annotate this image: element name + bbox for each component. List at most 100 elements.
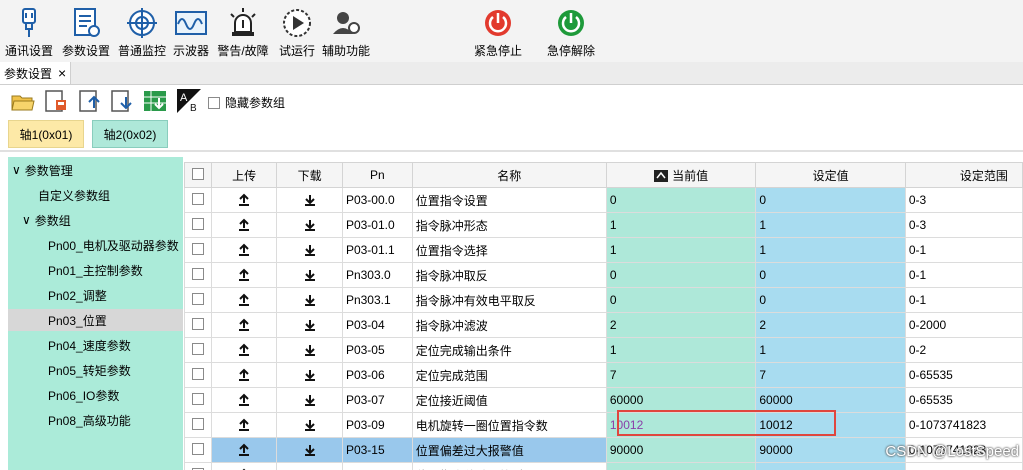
table-row[interactable]: P03-01.0 指令脉冲形态 1 1 0-3 [184, 212, 1023, 238]
row-setting-value[interactable]: 0 [755, 287, 906, 313]
row-checkbox[interactable] [184, 312, 212, 338]
tree-node-pn06[interactable]: Pn06_IO参数 [48, 384, 119, 406]
plug-icon [22, 8, 36, 37]
row-upload-button[interactable] [210, 262, 278, 288]
row-upload-button[interactable] [210, 462, 278, 470]
comm-settings-button[interactable]: 通讯设置 [4, 2, 54, 60]
tree-node-pn03[interactable]: Pn03_位置 [8, 309, 183, 331]
row-setting-value[interactable]: 1 [755, 212, 906, 238]
row-download-button[interactable] [276, 387, 343, 413]
row-setting-value[interactable]: 1 [755, 337, 906, 363]
tab-param-settings[interactable]: 参数设置 × [0, 62, 72, 84]
hide-param-group-option[interactable]: 隐藏参数组 [208, 94, 285, 111]
row-download-button[interactable] [276, 437, 343, 463]
upload-all-icon[interactable] [76, 88, 102, 114]
row-checkbox[interactable] [184, 187, 212, 213]
table-row[interactable]: P03-00.0 位置指令设置 0 0 0-3 [184, 187, 1023, 213]
row-upload-button[interactable] [210, 387, 278, 413]
table-row[interactable]: P03-15 位置偏差过大报警值 90000 90000 0-1073741823 [184, 437, 1023, 463]
row-setting-value[interactable]: 0 [755, 187, 906, 213]
oscilloscope-button[interactable]: 示波器 [170, 2, 212, 60]
row-download-button[interactable] [276, 337, 343, 363]
tab-axis-1[interactable]: 轴1(0x01) [8, 120, 84, 148]
table-row[interactable]: P03-01.1 位置指令选择 1 1 0-1 [184, 237, 1023, 263]
row-upload-button[interactable] [210, 437, 278, 463]
row-download-button[interactable] [276, 287, 343, 313]
row-upload-button[interactable] [210, 312, 278, 338]
row-download-button[interactable] [276, 362, 343, 388]
tree-node-pn08[interactable]: Pn08_高级功能 [48, 409, 131, 431]
row-setting-value[interactable]: 0 [755, 462, 906, 470]
row-checkbox[interactable] [184, 412, 212, 438]
table-row[interactable]: P03-05 定位完成输出条件 1 1 0-2 [184, 337, 1023, 363]
chevron-down-icon[interactable]: ∨ [12, 163, 21, 177]
trial-run-button[interactable]: 试运行 [276, 2, 318, 60]
close-icon[interactable]: × [58, 65, 66, 81]
row-setting-value[interactable]: 10012 [755, 412, 906, 438]
param-settings-button[interactable]: 参数设置 [60, 2, 112, 60]
table-row[interactable]: P03-17位置指令移动平均时间000-10000 [184, 462, 1023, 470]
emergency-stop-button[interactable]: 紧急停止 [472, 2, 524, 60]
save-file-icon[interactable] [42, 88, 68, 114]
row-upload-button[interactable] [210, 412, 278, 438]
tree-node-param-group[interactable]: ∨ 参数组 [22, 209, 71, 231]
table-row[interactable]: Pn303.0 指令脉冲取反 0 0 0-1 [184, 262, 1023, 288]
table-export-icon[interactable] [142, 88, 168, 114]
row-checkbox[interactable] [184, 437, 212, 463]
tree-node-pn00[interactable]: Pn00_电机及驱动器参数 [48, 234, 179, 256]
row-setting-value[interactable]: 2 [755, 312, 906, 338]
tree-node-pn02[interactable]: Pn02_调整 [48, 284, 107, 306]
row-checkbox[interactable] [184, 287, 212, 313]
tree-node-pn04[interactable]: Pn04_速度参数 [48, 334, 131, 356]
upload-icon [239, 443, 250, 457]
monitor-button[interactable]: 普通监控 [116, 2, 168, 60]
download-icon [304, 245, 315, 257]
chevron-down-icon[interactable]: ∨ [22, 213, 31, 227]
emergency-release-button[interactable]: 急停解除 [544, 2, 598, 60]
open-folder-icon[interactable] [10, 88, 36, 114]
tree-node-pn05[interactable]: Pn05_转矩参数 [48, 359, 131, 381]
row-download-button[interactable] [276, 412, 343, 438]
hide-param-group-checkbox[interactable] [208, 96, 220, 109]
table-row[interactable]: P03-06 定位完成范围 7 7 0-65535 [184, 362, 1023, 388]
row-setting-value[interactable]: 0 [755, 262, 906, 288]
row-checkbox[interactable] [184, 262, 212, 288]
row-checkbox[interactable] [184, 337, 212, 363]
table-row[interactable]: P03-07 定位接近阈值 60000 60000 0-65535 [184, 387, 1023, 413]
row-setting-value[interactable]: 7 [755, 362, 906, 388]
text-replace-icon[interactable]: AB [176, 88, 202, 114]
row-upload-button[interactable] [210, 337, 278, 363]
table-row[interactable]: Pn303.1 指令脉冲有效电平取反 0 0 0-1 [184, 287, 1023, 313]
row-pn: P03-17 [341, 462, 413, 470]
row-setting-value[interactable]: 60000 [755, 387, 906, 413]
row-download-button[interactable] [276, 262, 343, 288]
row-upload-button[interactable] [210, 237, 278, 263]
row-upload-button[interactable] [210, 187, 278, 213]
tree-node-custom-group[interactable]: 自定义参数组 [38, 184, 110, 206]
tree-node-param-management[interactable]: ∨ 参数管理 [12, 159, 73, 181]
tab-axis-2[interactable]: 轴2(0x02) [92, 120, 168, 148]
row-upload-button[interactable] [210, 287, 278, 313]
row-download-button[interactable] [276, 187, 343, 213]
tree-node-pn01[interactable]: Pn01_主控制参数 [48, 259, 143, 281]
row-setting-value[interactable]: 90000 [755, 437, 906, 463]
row-checkbox[interactable] [184, 462, 212, 470]
assist-function-button[interactable]: 辅助功能 [320, 2, 372, 60]
table-row[interactable]: P03-04 指令脉冲滤波 2 2 0-2000 [184, 312, 1023, 338]
row-upload-button[interactable] [210, 212, 278, 238]
row-checkbox[interactable] [184, 237, 212, 263]
row-download-button[interactable] [276, 312, 343, 338]
row-checkbox[interactable] [184, 387, 212, 413]
alarm-fault-button[interactable]: 警告/故障 [214, 2, 272, 60]
download-all-icon[interactable] [108, 88, 134, 114]
row-download-button[interactable] [276, 237, 343, 263]
row-download-button[interactable] [276, 462, 343, 470]
header-select-all[interactable] [184, 162, 212, 188]
row-current-value: 1 [605, 212, 757, 238]
row-checkbox[interactable] [184, 362, 212, 388]
table-row[interactable]: P03-09 电机旋转一圈位置指令数 10012 10012 0-1073741823 [184, 412, 1023, 438]
row-upload-button[interactable] [210, 362, 278, 388]
row-download-button[interactable] [276, 212, 343, 238]
row-checkbox[interactable] [184, 212, 212, 238]
row-setting-value[interactable]: 1 [755, 237, 906, 263]
